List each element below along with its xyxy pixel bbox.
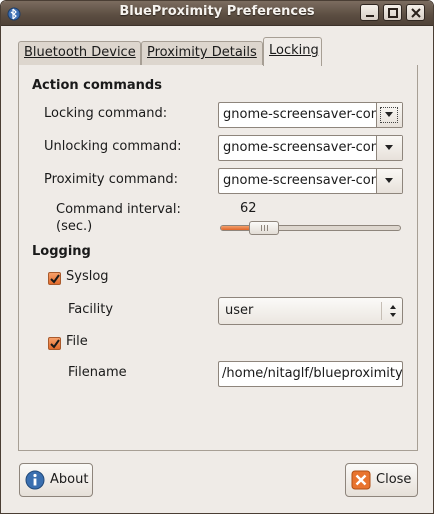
title-bar[interactable]: BlueProximity Preferences: [1, 1, 433, 26]
preferences-window: BlueProximity Preferences Bluetooth Devi…: [0, 0, 434, 514]
file-label[interactable]: File: [66, 334, 88, 349]
unlocking-command-combo[interactable]: gnome-screensaver-command -d: [218, 135, 403, 161]
close-window-button[interactable]: [406, 4, 425, 21]
command-interval-unit-label: (sec.): [56, 219, 93, 234]
filename-input[interactable]: /home/nitaglf/blueproximity: [218, 361, 403, 387]
facility-label: Facility: [68, 302, 114, 317]
tab-label: Locking: [269, 43, 319, 58]
tab-label: Bluetooth Device: [24, 45, 136, 60]
about-button[interactable]: About: [19, 463, 93, 497]
up-down-arrows-icon: [390, 305, 396, 317]
facility-select[interactable]: user: [218, 297, 403, 325]
file-checkbox[interactable]: [48, 337, 61, 350]
unlocking-command-label: Unlocking command:: [44, 139, 182, 154]
locking-command-label: Locking command:: [44, 106, 168, 121]
close-button-label: Close: [376, 472, 412, 487]
close-button[interactable]: Close: [345, 463, 418, 497]
proximity-command-label: Proximity command:: [44, 172, 178, 187]
chevron-down-icon: [385, 112, 393, 117]
command-interval-slider-handle[interactable]: [249, 221, 279, 235]
command-interval-value: 62: [240, 201, 257, 216]
maximize-button[interactable]: [383, 4, 402, 21]
locking-command-combo[interactable]: gnome-screensaver-command -l: [218, 102, 403, 128]
proximity-command-combo[interactable]: gnome-screensaver-command -p: [218, 168, 403, 194]
proximity-command-value[interactable]: gnome-screensaver-command -p: [223, 173, 376, 188]
slider-grip: [264, 225, 265, 231]
checkmark-icon: [50, 339, 60, 349]
tab-locking[interactable]: Locking: [263, 37, 322, 66]
facility-value: user: [225, 303, 254, 318]
locking-command-dropdown-button[interactable]: [376, 103, 402, 127]
tab-bluetooth-device[interactable]: Bluetooth Device: [18, 41, 141, 65]
close-icon: [351, 470, 371, 490]
unlocking-command-value[interactable]: gnome-screensaver-command -d: [223, 140, 376, 155]
action-commands-heading: Action commands: [32, 78, 162, 93]
proximity-command-dropdown-button[interactable]: [376, 169, 402, 193]
combo-separator: [381, 302, 382, 320]
filename-value[interactable]: /home/nitaglf/blueproximity: [222, 366, 402, 381]
close-icon: [411, 8, 421, 18]
unlocking-command-dropdown-button[interactable]: [376, 136, 402, 160]
slider-grip: [267, 225, 268, 231]
checkmark-icon: [50, 274, 60, 284]
command-interval-slider-trough[interactable]: [220, 225, 401, 231]
chevron-down-icon: [385, 145, 393, 150]
logging-heading: Logging: [32, 244, 91, 259]
maximize-icon: [388, 8, 398, 18]
locking-command-value[interactable]: gnome-screensaver-command -l: [223, 107, 376, 122]
command-interval-label: Command interval:: [56, 202, 181, 217]
info-icon: [25, 470, 45, 490]
syslog-label[interactable]: Syslog: [66, 269, 109, 284]
minimize-icon: [366, 15, 374, 17]
about-button-label: About: [50, 472, 89, 487]
syslog-checkbox[interactable]: [48, 272, 61, 285]
slider-grip: [261, 225, 262, 231]
tab-label: Proximity Details: [147, 45, 257, 60]
tab-proximity-details[interactable]: Proximity Details: [141, 41, 263, 65]
minimize-button[interactable]: [360, 4, 379, 21]
filename-label: Filename: [68, 365, 127, 380]
chevron-down-icon: [385, 178, 393, 183]
